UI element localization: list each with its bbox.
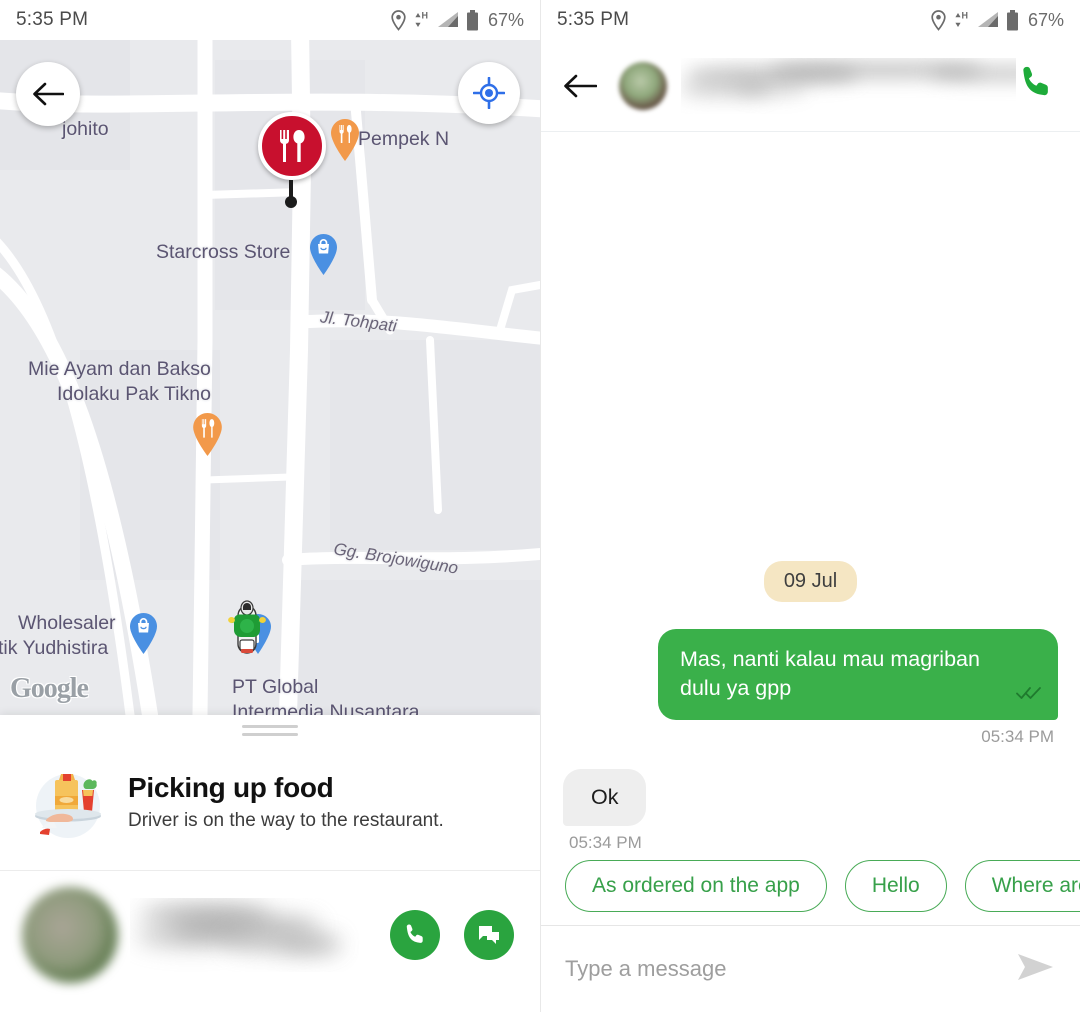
chat-date-divider: 09 Jul [763,561,858,602]
dual-screen-container: 5:35 PM H 67% johito Pempek N Starcross … [0,0,1080,1012]
mie-ayam-poi-pin[interactable] [191,412,224,462]
pempek-poi-pin[interactable] [329,118,361,167]
status-icons: H 67% [390,9,524,31]
chat-screen: 5:35 PM H 67% 09 Jul Mas, nanti kalau ma… [540,0,1080,1012]
wholesaler-pin[interactable] [128,612,159,660]
battery-percent-right: 67% [1027,9,1064,30]
message-bubble-incoming[interactable]: Ok [563,769,647,827]
map-back-button[interactable] [16,62,80,126]
chat-back-button[interactable] [563,73,615,99]
driver-avatar[interactable] [22,887,118,983]
back-arrow-icon [33,82,64,106]
starcross-store-pin[interactable] [308,233,339,281]
driver-chat-button[interactable] [464,910,514,960]
quick-reply-chips[interactable]: As ordered on the app Hello Where are yo [541,852,1080,920]
order-status-title: Picking up food [128,772,334,804]
status-time: 5:35 PM [16,9,89,30]
driver-actions [390,910,514,960]
message-text-outgoing: Mas, nanti kalau mau magriban dulu ya gp… [680,647,980,700]
order-status-sheet: Picking up food Driver is on the way to … [0,715,540,1012]
chat-message-list[interactable]: 09 Jul Mas, nanti kalau mau magriban dul… [541,133,1080,852]
chat-icon [479,926,499,944]
status-time-right: 5:35 PM [557,9,630,30]
battery-icon [1006,9,1018,30]
waiter-tray-food-icon [26,760,110,844]
battery-percent: 67% [487,9,524,30]
grabber-line-1 [242,725,298,728]
google-attribution: Google [10,673,89,704]
order-status-row: Picking up food Driver is on the way to … [0,736,540,844]
scooter-rider-icon [228,600,271,654]
driver-name-redacted [130,898,390,972]
map-tracking-screen: 5:35 PM H 67% johito Pempek N Starcross … [0,0,540,1012]
phone-call-icon [1023,66,1048,96]
message-row-outgoing: Mas, nanti kalau mau magriban dulu ya gp… [563,629,1058,721]
order-status-subtitle: Driver is on the way to the restaurant. [128,809,444,831]
my-location-icon [473,77,505,109]
driver-info-row [0,871,540,983]
driver-scooter-marker[interactable] [225,596,277,671]
location-icon [931,9,946,31]
contact-name-redacted [681,58,1016,114]
destination-marker-dot [285,196,297,208]
data-transfer-h-icon: H [415,11,428,27]
svg-text:H: H [421,11,428,21]
contact-avatar[interactable] [619,61,667,110]
chat-call-button[interactable] [1016,63,1056,108]
back-arrow-icon [564,74,597,97]
quick-reply-chip-2[interactable]: Where are yo [964,860,1080,912]
send-button[interactable] [1016,951,1056,988]
sheet-drag-handle[interactable] [0,725,540,736]
data-transfer-h-icon: H [955,11,968,27]
status-bar-right: 5:35 PM H 67% [541,0,1080,40]
order-status-text: Picking up food Driver is on the way to … [128,772,444,831]
status-bar-left: 5:35 PM H 67% [0,0,540,40]
shop-pin-icon-2 [130,613,157,654]
quick-reply-chip-0[interactable]: As ordered on the app [565,860,827,912]
location-icon [391,9,406,31]
restaurant-pin-icon-2 [193,413,222,456]
send-icon [1018,953,1053,980]
destination-restaurant-marker[interactable] [258,112,326,180]
fork-spoon-icon [279,130,305,162]
shop-pin-icon [310,234,337,275]
driver-call-button[interactable] [390,910,440,960]
map-view[interactable]: johito Pempek N Starcross Store Jl. Tohp… [0,40,540,715]
chat-header [541,40,1080,132]
signal-icon [437,12,458,27]
phone-icon [406,924,423,943]
quick-reply-chip-1[interactable]: Hello [844,860,947,912]
message-bubble-outgoing[interactable]: Mas, nanti kalau mau magriban dulu ya gp… [658,629,1058,721]
signal-icon [977,12,998,27]
message-time-outgoing: 05:34 PM [981,727,1054,747]
restaurant-pin-icon [331,119,359,161]
svg-text:H: H [961,11,968,21]
message-row-incoming: Ok [563,769,1058,827]
message-time-incoming: 05:34 PM [569,833,642,853]
my-location-button[interactable] [458,62,520,124]
message-input[interactable]: Type a message [565,956,726,982]
message-composer: Type a message [541,926,1080,1012]
battery-icon [466,9,478,30]
double-check-icon [1016,679,1042,708]
status-icons-right: H 67% [930,9,1064,31]
